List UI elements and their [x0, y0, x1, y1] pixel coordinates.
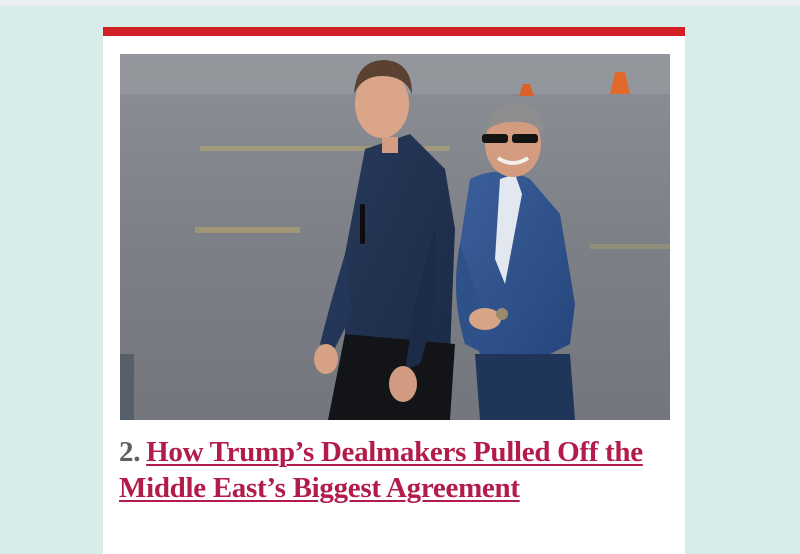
- photo-two-men-walking-on-tarmac: [120, 54, 670, 420]
- article-card: 2. How Trump’s Dealmakers Pulled Off the …: [103, 27, 685, 554]
- article-headline-link[interactable]: How Trump’s Dealmakers Pulled Off the Mi…: [119, 436, 643, 504]
- article-photo[interactable]: [120, 54, 670, 420]
- article-number: 2.: [119, 436, 141, 468]
- accent-bar: [103, 27, 685, 36]
- top-strip: [0, 0, 800, 6]
- article-headline: 2. How Trump’s Dealmakers Pulled Off the …: [119, 434, 675, 506]
